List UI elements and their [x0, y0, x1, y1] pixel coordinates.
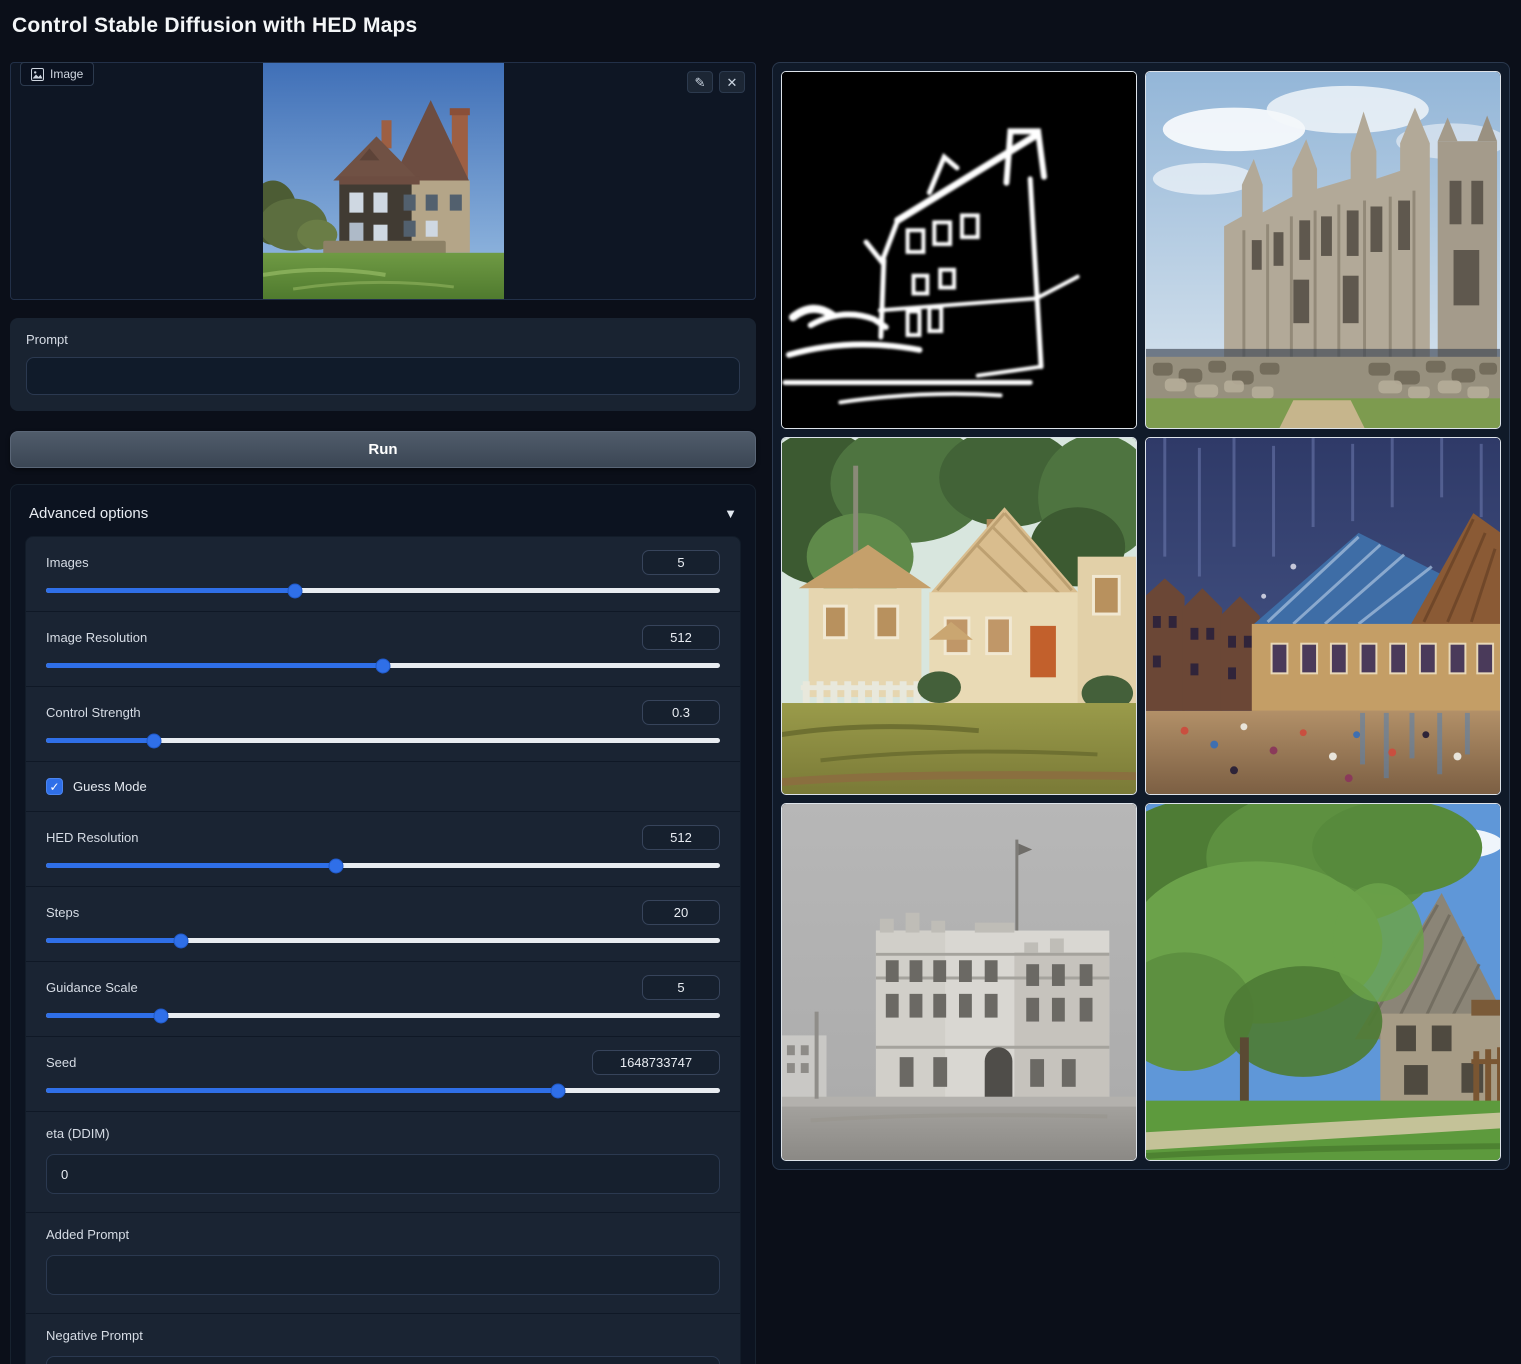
seed-slider-label: Seed [46, 1055, 76, 1070]
hed-resolution-slider-track[interactable] [46, 863, 720, 868]
close-icon: ✕ [727, 76, 738, 89]
guidance-scale-slider: Guidance Scale 5 [26, 961, 740, 1036]
images-slider-handle[interactable] [288, 583, 303, 598]
negative-prompt-label: Negative Prompt [46, 1328, 143, 1343]
added-prompt-input[interactable] [46, 1255, 720, 1295]
app-page: Control Stable Diffusion with HED Maps I… [0, 0, 1521, 1364]
added-prompt-field: Added Prompt [26, 1212, 740, 1313]
input-image[interactable] [263, 63, 504, 299]
steps-slider: Steps 20 [26, 886, 740, 961]
guess-mode-label: Guess Mode [73, 779, 147, 794]
seed-slider-handle[interactable] [551, 1083, 566, 1098]
gallery-item-stylized-blue-roof-painting[interactable] [1145, 437, 1501, 795]
image-actions: ✎ ✕ [687, 71, 745, 93]
eta-input[interactable]: 0 [46, 1154, 720, 1194]
clear-image-button[interactable]: ✕ [719, 71, 745, 93]
run-button[interactable]: Run [10, 431, 756, 468]
images-slider: Images 5 [26, 537, 740, 611]
hed-resolution-slider: HED Resolution 512 [26, 811, 740, 886]
control-strength-slider-value[interactable]: 0.3 [642, 700, 720, 725]
checkbox-checked[interactable]: ✓ [46, 778, 63, 795]
image-icon [31, 68, 44, 81]
guidance-scale-slider-track[interactable] [46, 1013, 720, 1018]
advanced-options-header[interactable]: Advanced options ▼ [25, 495, 741, 536]
image-resolution-slider-handle[interactable] [376, 658, 391, 673]
control-strength-slider-track[interactable] [46, 738, 720, 743]
control-strength-slider-handle[interactable] [146, 733, 161, 748]
steps-slider-track[interactable] [46, 938, 720, 943]
check-icon: ✓ [49, 780, 59, 794]
gallery-item-grayscale-building[interactable] [781, 803, 1137, 1161]
image-resolution-slider-label: Image Resolution [46, 630, 147, 645]
steps-slider-label: Steps [46, 905, 79, 920]
images-slider-track[interactable] [46, 588, 720, 593]
prompt-label: Prompt [26, 332, 740, 347]
eta-value: 0 [61, 1167, 68, 1182]
guidance-scale-slider-label: Guidance Scale [46, 980, 138, 995]
steps-slider-value[interactable]: 20 [642, 900, 720, 925]
eta-field: eta (DDIM) 0 [26, 1111, 740, 1212]
images-slider-label: Images [46, 555, 89, 570]
image-label-chip: Image [20, 62, 94, 86]
image-label: Image [50, 67, 83, 81]
image-resolution-slider-value[interactable]: 512 [642, 625, 720, 650]
advanced-options-panel: Advanced options ▼ Images 5 Ima [10, 484, 756, 1364]
gallery-item-stone-house-with-trees[interactable] [1145, 803, 1501, 1161]
pencil-icon: ✎ [695, 76, 706, 89]
result-gallery [772, 62, 1510, 1170]
gallery-item-victorian-house-painting[interactable] [781, 437, 1137, 795]
hed-resolution-slider-label: HED Resolution [46, 830, 139, 845]
prompt-input[interactable] [26, 357, 740, 395]
steps-slider-handle[interactable] [173, 933, 188, 948]
negative-prompt-input[interactable] [46, 1356, 720, 1364]
guidance-scale-slider-handle[interactable] [153, 1008, 168, 1023]
negative-prompt-field: Negative Prompt [26, 1313, 740, 1364]
control-strength-slider-label: Control Strength [46, 705, 141, 720]
hed-resolution-slider-value[interactable]: 512 [642, 825, 720, 850]
eta-label: eta (DDIM) [46, 1126, 110, 1141]
images-slider-value[interactable]: 5 [642, 550, 720, 575]
controls-column: Image ✎ ✕ [10, 62, 756, 1364]
edit-image-button[interactable]: ✎ [687, 71, 713, 93]
prompt-panel: Prompt [10, 318, 756, 411]
page-title: Control Stable Diffusion with HED Maps [12, 14, 417, 38]
collapse-caret-icon: ▼ [724, 506, 737, 521]
added-prompt-label: Added Prompt [46, 1227, 129, 1242]
gallery-item-gothic-cathedral[interactable] [1145, 71, 1501, 429]
advanced-options-form: Images 5 Image Resolution 512 [25, 536, 741, 1364]
image-resolution-slider-track[interactable] [46, 663, 720, 668]
image-resolution-slider: Image Resolution 512 [26, 611, 740, 686]
gallery-item-hed-map[interactable] [781, 71, 1137, 429]
advanced-options-title: Advanced options [29, 505, 148, 522]
control-strength-slider: Control Strength 0.3 [26, 686, 740, 761]
seed-slider-track[interactable] [46, 1088, 720, 1093]
seed-slider: Seed 1648733747 [26, 1036, 740, 1111]
guess-mode-checkbox[interactable]: ✓ Guess Mode [26, 761, 740, 811]
guidance-scale-slider-value[interactable]: 5 [642, 975, 720, 1000]
hed-resolution-slider-handle[interactable] [328, 858, 343, 873]
image-input-panel: Image ✎ ✕ [10, 62, 756, 300]
seed-slider-value[interactable]: 1648733747 [592, 1050, 720, 1075]
